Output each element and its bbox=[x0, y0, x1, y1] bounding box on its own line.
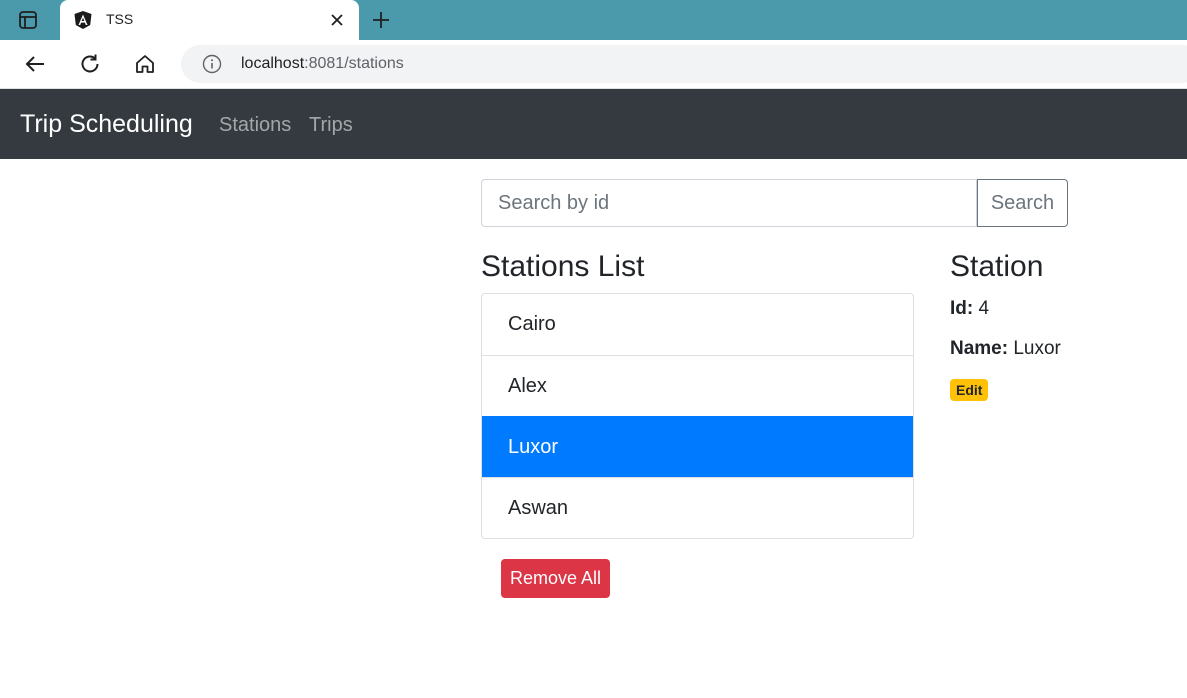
reload-icon[interactable] bbox=[77, 51, 103, 77]
remove-all-button[interactable]: Remove All bbox=[501, 559, 610, 598]
angular-logo-icon bbox=[73, 10, 93, 30]
nav-link-stations[interactable]: Stations bbox=[219, 114, 291, 137]
url-path: :8081/stations bbox=[304, 55, 404, 72]
browser-tabstrip: TSS bbox=[0, 0, 1187, 40]
back-arrow-icon[interactable] bbox=[22, 51, 48, 77]
list-item[interactable]: Aswan bbox=[482, 477, 913, 538]
edit-badge[interactable]: Edit bbox=[950, 379, 989, 401]
sidebar-toggle-icon[interactable] bbox=[17, 9, 39, 31]
search-button[interactable]: Search bbox=[977, 179, 1068, 227]
app-navbar: Trip Scheduling Stations Trips bbox=[0, 89, 1187, 159]
address-bar[interactable]: localhost:8081/stations bbox=[181, 45, 1187, 83]
station-name-label: Name: bbox=[950, 338, 1009, 359]
nav-link-trips[interactable]: Trips bbox=[309, 114, 353, 137]
plus-icon[interactable] bbox=[369, 8, 393, 32]
station-detail-title: Station bbox=[950, 250, 1044, 283]
station-id-label: Id: bbox=[950, 298, 974, 319]
stations-list: Cairo Alex Luxor Aswan bbox=[481, 293, 914, 539]
tab-title: TSS bbox=[106, 11, 134, 27]
browser-toolbar: localhost:8081/stations bbox=[0, 40, 1187, 89]
station-name-value: Luxor bbox=[1013, 338, 1061, 359]
stations-list-title: Stations List bbox=[481, 250, 645, 283]
browser-tab[interactable]: TSS bbox=[60, 0, 359, 40]
search-input[interactable] bbox=[481, 179, 977, 227]
info-icon[interactable] bbox=[201, 53, 223, 75]
list-item[interactable]: Cairo bbox=[482, 294, 913, 355]
home-icon[interactable] bbox=[132, 51, 158, 77]
url-host: localhost bbox=[241, 55, 305, 72]
close-icon[interactable] bbox=[327, 10, 347, 30]
station-name-row: Name: Luxor bbox=[950, 338, 1061, 360]
list-item-selected[interactable]: Luxor bbox=[482, 416, 913, 477]
station-id-value: 4 bbox=[978, 298, 990, 319]
url-text: localhost:8081/stations bbox=[241, 55, 404, 73]
station-id-row: Id: 4 bbox=[950, 298, 989, 320]
navbar-brand[interactable]: Trip Scheduling bbox=[20, 110, 193, 139]
list-item[interactable]: Alex bbox=[482, 355, 913, 416]
